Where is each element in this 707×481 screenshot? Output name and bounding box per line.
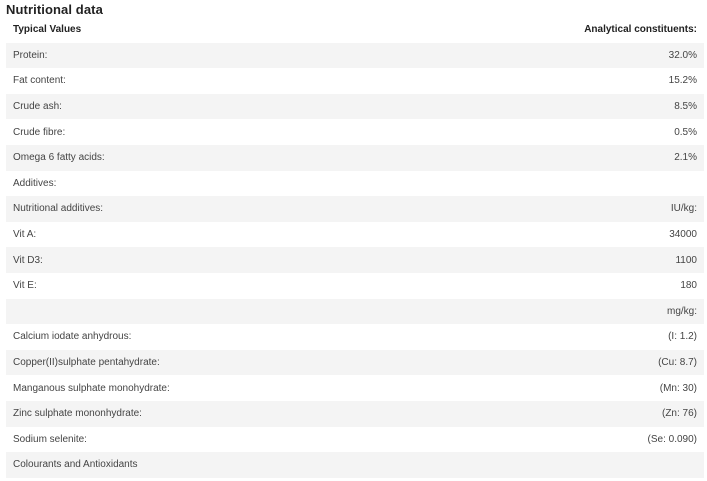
table-row: Nutritional additives: IU/kg: xyxy=(6,196,704,222)
header-label: Typical Values xyxy=(13,24,82,36)
row-value: 34000 xyxy=(669,229,697,241)
row-value: (Se: 0.090) xyxy=(647,433,697,445)
table-row: Calcium iodate anhydrous: (I: 1.2) xyxy=(6,324,704,350)
row-label: Omega 6 fatty acids: xyxy=(13,152,105,164)
row-value: (Cu: 8.7) xyxy=(658,357,697,369)
table-row: Sodium selenite: (Se: 0.090) xyxy=(6,427,704,453)
row-value: 1100 xyxy=(675,254,697,266)
row-value: (I: 1.2) xyxy=(668,331,697,343)
row-value: IU/kg: xyxy=(670,203,697,215)
table-row: Manganous sulphate monohydrate: (Mn: 30) xyxy=(6,375,704,401)
row-value: 15.2% xyxy=(668,75,697,87)
row-label: Zinc sulphate mononhydrate: xyxy=(13,408,142,420)
row-label: Nutritional additives: xyxy=(13,203,104,215)
table-row: Colourants and Antioxidants xyxy=(6,452,704,478)
table-row: Vit A: 34000 xyxy=(6,222,704,248)
row-label: Calcium iodate anhydrous: xyxy=(13,331,132,343)
row-label: Vit A: xyxy=(13,229,37,241)
row-label: Manganous sulphate monohydrate: xyxy=(13,382,170,394)
table-row: Crude ash: 8.5% xyxy=(6,93,704,120)
row-label: Copper(II)sulphate pentahydrate: xyxy=(13,357,160,369)
row-value: (Zn: 76) xyxy=(661,408,697,420)
row-value: 0.5% xyxy=(674,126,697,138)
row-value: 32.0% xyxy=(668,49,697,61)
row-label: Crude fibre: xyxy=(13,126,66,138)
row-label: Crude ash: xyxy=(13,101,62,113)
table-header-row: Typical Values Analytical constituents: xyxy=(6,17,704,43)
row-label: Vit D3: xyxy=(13,254,43,266)
row-label: Fat content: xyxy=(13,75,66,87)
nutrition-table: Typical Values Analytical constituents: … xyxy=(6,17,704,478)
table-row: Copper(II)sulphate pentahydrate: (Cu: 8.… xyxy=(6,349,704,376)
table-row: Omega 6 fatty acids: 2.1% xyxy=(6,144,704,171)
table-row: Additives: xyxy=(6,171,704,197)
row-value: 8.5% xyxy=(674,101,697,113)
row-label: Sodium selenite: xyxy=(13,433,87,445)
table-row: mg/kg: xyxy=(6,298,704,325)
section-title: Nutritional data xyxy=(6,2,103,17)
row-label: Colourants and Antioxidants xyxy=(13,459,138,471)
row-label: Protein: xyxy=(13,49,48,61)
table-row: Zinc sulphate mononhydrate: (Zn: 76) xyxy=(6,400,704,427)
row-label: Additives: xyxy=(13,177,57,189)
nutritional-data-panel: Nutritional data Typical Values Analytic… xyxy=(0,0,707,481)
row-value: 180 xyxy=(680,280,697,292)
table-row: Protein: 32.0% xyxy=(6,42,704,69)
table-row: Vit E: 180 xyxy=(6,273,704,299)
row-label: Vit E: xyxy=(13,280,37,292)
row-value: 2.1% xyxy=(674,152,697,164)
table-row: Crude fibre: 0.5% xyxy=(6,119,704,145)
row-value: (Mn: 30) xyxy=(659,382,697,394)
table-row: Fat content: 15.2% xyxy=(6,68,704,94)
row-value: mg/kg: xyxy=(666,305,697,317)
header-value: Analytical constituents: xyxy=(584,24,697,36)
table-row: Vit D3: 1100 xyxy=(6,247,704,273)
